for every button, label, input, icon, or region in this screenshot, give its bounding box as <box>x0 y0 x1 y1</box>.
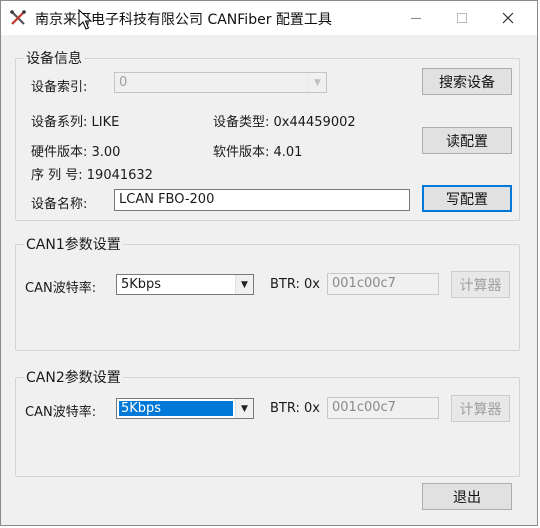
device-series-label: 设备系列: LIKE <box>31 115 120 130</box>
minimize-icon <box>411 17 421 19</box>
app-icon <box>9 9 27 27</box>
device-index-select[interactable]: 0 ▼ <box>114 72 327 93</box>
software-version-label: 软件版本: 4.01 <box>213 145 303 160</box>
hardware-version-label: 硬件版本: 3.00 <box>31 145 121 160</box>
can2-baud-select[interactable]: 5Kbps ▼ <box>116 398 254 419</box>
read-config-button[interactable]: 读配置 <box>422 127 512 154</box>
write-config-button[interactable]: 写配置 <box>422 185 512 212</box>
device-index-label: 设备索引: <box>31 80 88 95</box>
can1-btr-input[interactable]: 001c00c7 <box>327 273 439 295</box>
can2-settings-title: CAN2参数设置 <box>26 370 121 386</box>
title-bar[interactable]: 南京来可电子科技有限公司 CANFiber 配置工具 <box>1 1 537 35</box>
can1-baud-select[interactable]: 5Kbps ▼ <box>116 274 254 295</box>
maximize-button[interactable] <box>439 1 485 35</box>
can2-baud-label: CAN波特率: <box>25 405 97 420</box>
device-type-label: 设备类型: 0x44459002 <box>213 115 356 130</box>
can2-btr-input[interactable]: 001c00c7 <box>327 397 439 419</box>
maximize-icon <box>457 13 467 23</box>
app-window: 南京来可电子科技有限公司 CANFiber 配置工具 设备信息 设备索引: 0 … <box>0 0 538 526</box>
close-button[interactable] <box>485 1 531 35</box>
can1-calculator-button[interactable]: 计算器 <box>451 271 510 298</box>
can1-settings-title: CAN1参数设置 <box>26 237 121 253</box>
device-info-title: 设备信息 <box>26 51 82 67</box>
search-device-button[interactable]: 搜索设备 <box>422 68 512 95</box>
can2-settings-group: CAN2参数设置 <box>15 367 520 477</box>
device-name-input[interactable]: LCAN FBO-200 <box>114 189 410 211</box>
device-index-value: 0 <box>119 75 128 90</box>
mouse-cursor-icon <box>78 8 94 31</box>
can1-btr-label: BTR: 0x <box>270 277 320 292</box>
device-name-label: 设备名称: <box>31 197 88 212</box>
exit-button[interactable]: 退出 <box>422 483 512 510</box>
can1-baud-label: CAN波特率: <box>25 281 97 296</box>
chevron-down-icon: ▼ <box>308 73 326 92</box>
can2-baud-value: 5Kbps <box>119 401 233 416</box>
can2-btr-label: BTR: 0x <box>270 401 320 416</box>
close-icon <box>502 12 514 24</box>
chevron-down-icon: ▼ <box>235 275 253 294</box>
can2-calculator-button[interactable]: 计算器 <box>451 395 510 422</box>
serial-number-label: 序 列 号: 19041632 <box>31 168 153 183</box>
chevron-down-icon: ▼ <box>235 399 253 418</box>
can1-baud-value: 5Kbps <box>121 277 162 292</box>
minimize-button[interactable] <box>393 1 439 35</box>
